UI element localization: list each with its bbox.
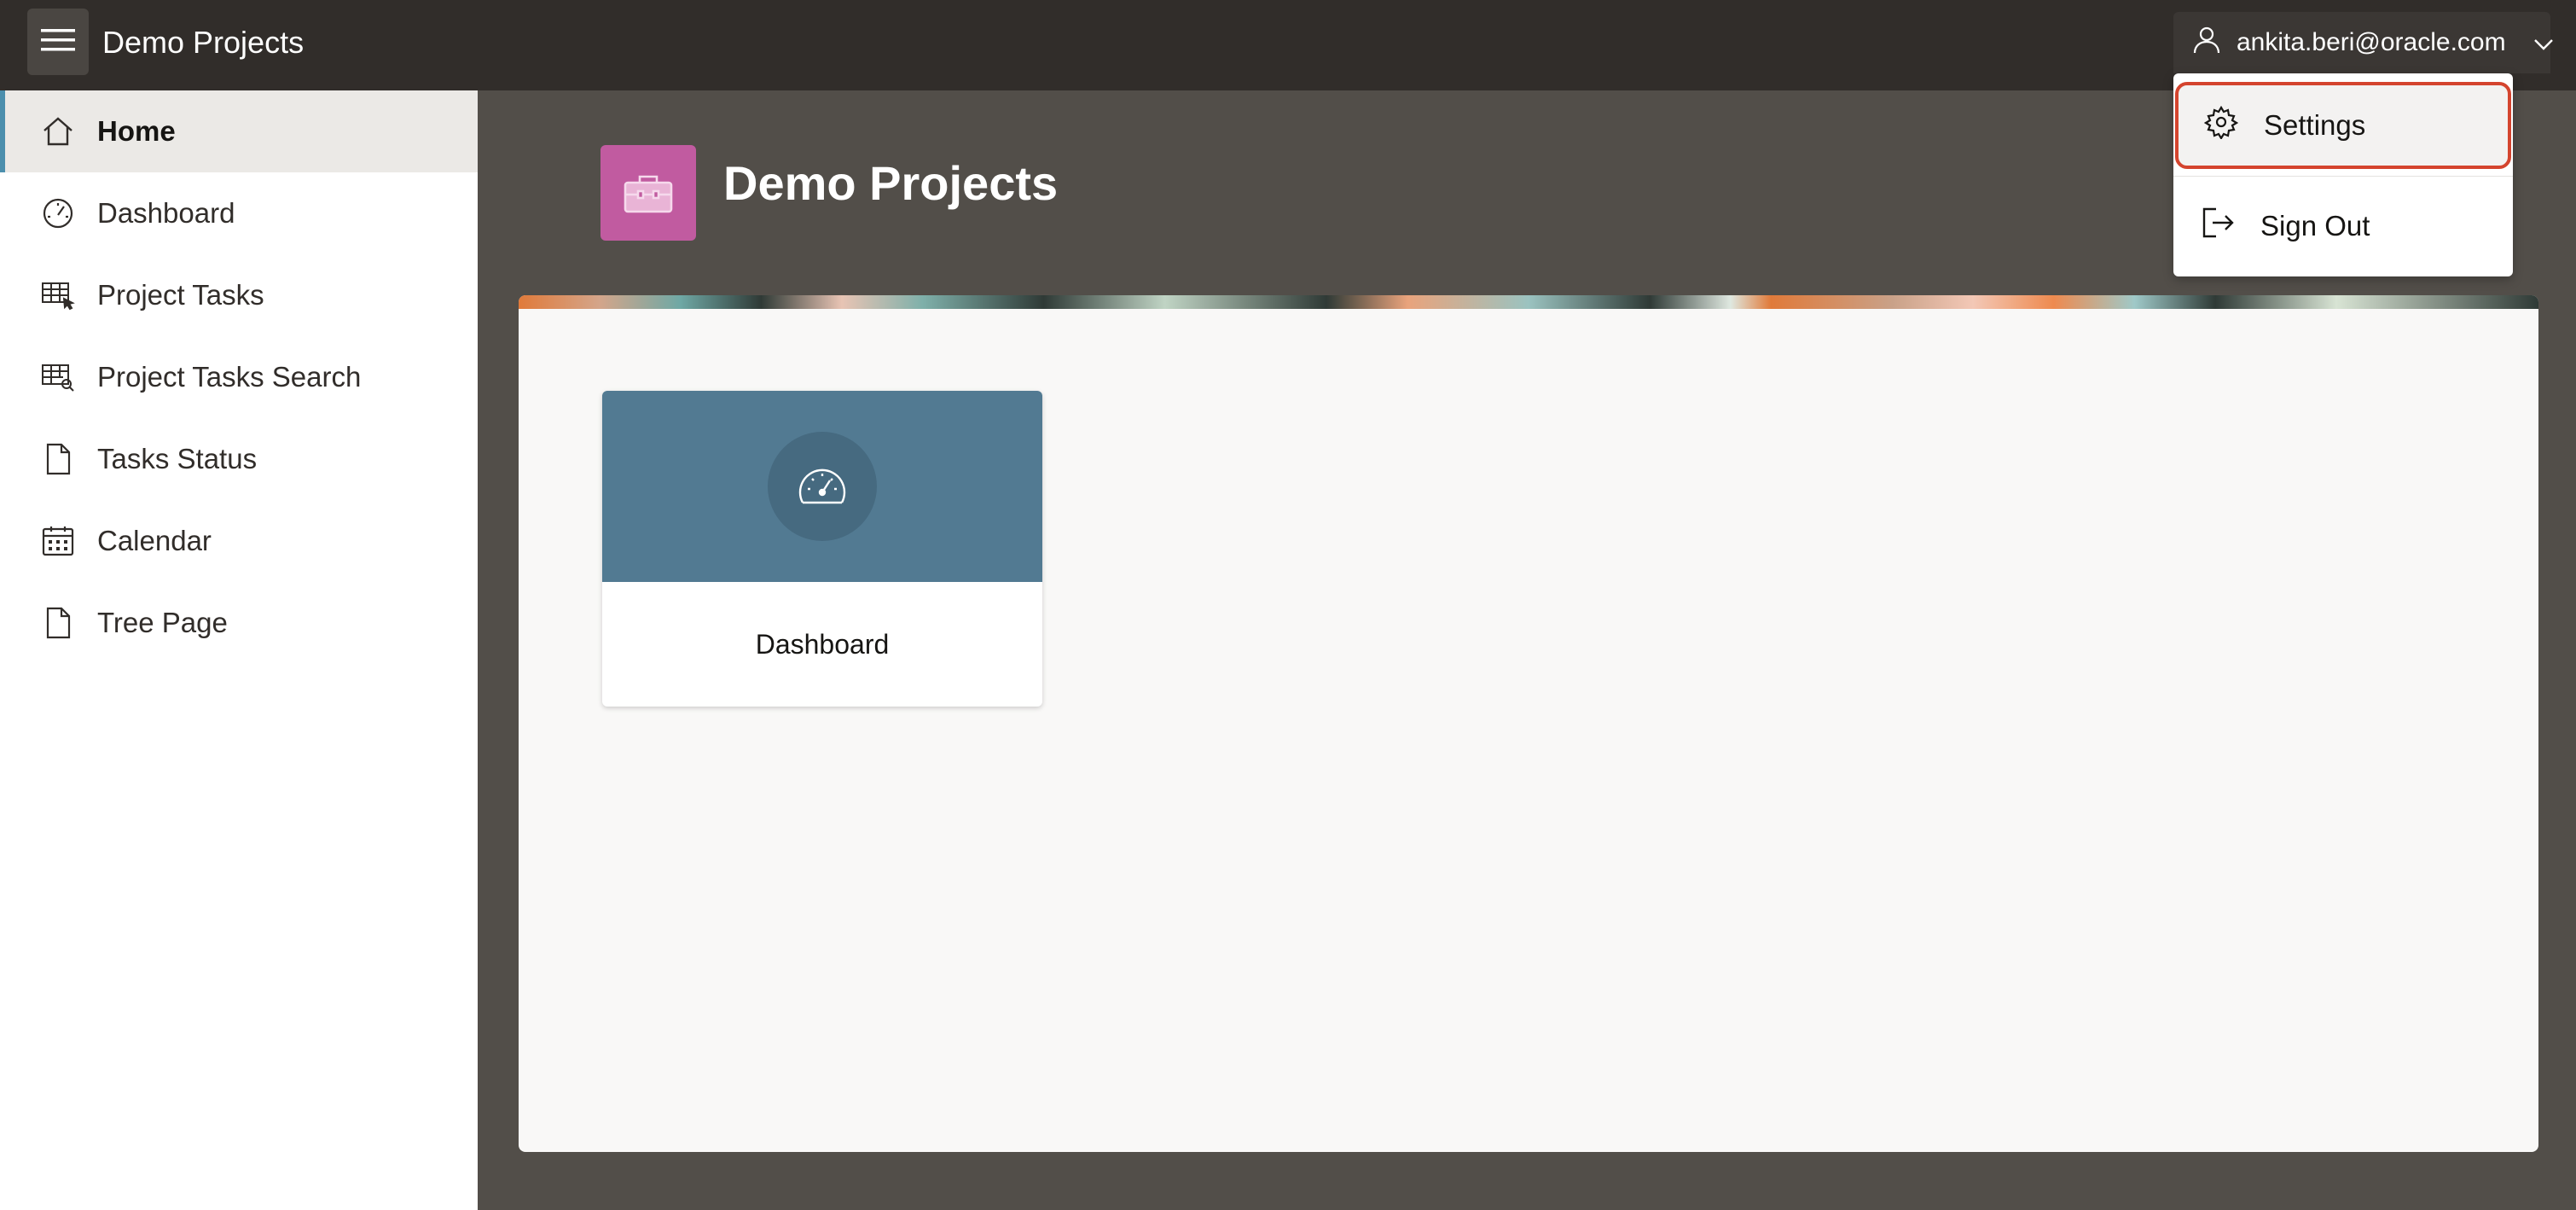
sidebar-item-project-tasks[interactable]: Project Tasks: [0, 254, 478, 336]
sidebar-item-label: Calendar: [97, 525, 212, 556]
sidebar-item-label: Home: [97, 115, 176, 147]
page-title: Demo Projects: [723, 156, 1059, 210]
menu-divider: [2173, 176, 2513, 177]
sidebar-item-label: Project Tasks: [97, 279, 264, 311]
sidebar-item-dashboard[interactable]: Dashboard: [0, 172, 478, 254]
sidebar-item-home[interactable]: Home: [0, 90, 478, 172]
table-pointer-icon: [39, 276, 77, 314]
chevron-down-icon: [2533, 28, 2554, 57]
sign-out-menu-item[interactable]: Sign Out: [2175, 183, 2511, 270]
sign-out-label: Sign Out: [2260, 210, 2370, 241]
settings-menu-item[interactable]: Settings: [2175, 82, 2511, 169]
home-icon: [39, 113, 77, 150]
app-title[interactable]: Demo Projects: [102, 0, 304, 85]
sign-out-icon: [2201, 206, 2235, 247]
sidebar-item-project-tasks-search[interactable]: Project Tasks Search: [0, 336, 478, 418]
sidebar-item-label: Tree Page: [97, 607, 228, 638]
user-icon: [2192, 25, 2221, 61]
file-icon: [39, 604, 77, 642]
dashboard-icon: [39, 195, 77, 232]
sidebar-item-tasks-status[interactable]: Tasks Status: [0, 418, 478, 500]
user-email: ankita.beri@oracle.com: [2237, 28, 2506, 56]
card-title: Dashboard: [755, 628, 890, 660]
hamburger-menu-button[interactable]: [27, 9, 89, 75]
settings-label: Settings: [2264, 109, 2366, 141]
dashboard-card[interactable]: Dashboard: [602, 391, 1042, 707]
table-search-icon: [39, 358, 77, 396]
sidebar-item-tree-page[interactable]: Tree Page: [0, 582, 478, 664]
hamburger-icon: [41, 27, 75, 57]
sidebar-item-label: Dashboard: [97, 197, 235, 229]
sidebar-item-label: Tasks Status: [97, 443, 258, 474]
cards-region: Dashboard: [519, 295, 2538, 1152]
user-dropdown-menu: Settings Sign Out: [2173, 73, 2513, 276]
calendar-icon: [39, 522, 77, 560]
file-icon: [39, 440, 77, 478]
gear-icon: [2203, 105, 2239, 146]
user-menu-button[interactable]: ankita.beri@oracle.com: [2173, 12, 2553, 73]
decorative-banner-strip: [519, 295, 2538, 309]
sidebar-item-calendar[interactable]: Calendar: [0, 500, 478, 582]
sidebar-item-label: Project Tasks Search: [97, 361, 362, 393]
sidebar-navigation: Home Dashboard Project Tasks Project Tas…: [0, 90, 478, 1210]
card-header: [602, 391, 1042, 582]
dashboard-icon: [768, 432, 877, 541]
briefcase-icon: [600, 145, 696, 241]
